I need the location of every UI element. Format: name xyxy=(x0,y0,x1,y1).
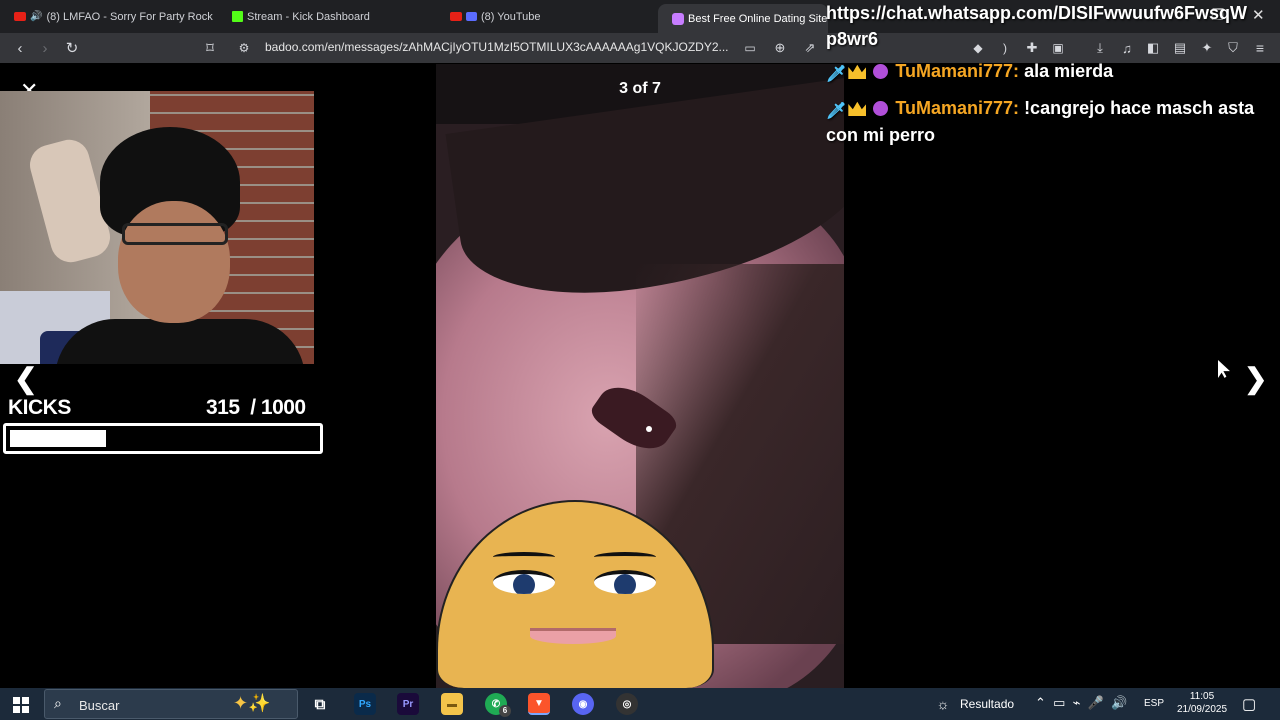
devil-badge-icon xyxy=(873,101,889,116)
back-icon[interactable]: ‹ xyxy=(10,38,30,58)
photoshop-icon[interactable]: Ps xyxy=(354,693,376,715)
obs-icon[interactable]: ◎ xyxy=(616,693,638,715)
whatsapp-icon[interactable]: ✆ 6 xyxy=(485,693,511,717)
search-placeholder: Buscar xyxy=(79,698,120,713)
tab-youtube[interactable]: (8) YouTube xyxy=(436,4,654,29)
crown-badge-icon xyxy=(848,101,867,116)
kicks-target: / 1000 xyxy=(250,396,306,419)
chevron-left-icon[interactable]: ❮ xyxy=(14,362,37,395)
sticker-mouth xyxy=(530,628,616,644)
clock[interactable]: 11:05 21/09/2025 xyxy=(1168,690,1236,716)
tab-label: Stream - Kick Dashboard xyxy=(247,10,370,23)
chat-username: TuMamani777: xyxy=(895,98,1020,118)
clock-date: 21/09/2025 xyxy=(1176,704,1228,715)
taskbar: ⌕ Buscar ✦✨ ⧉ Ps Pr ▬ ✆ 6 ▼ ◉ ◎ ☼ Result… xyxy=(0,688,1280,720)
file-explorer-icon[interactable]: ▬ xyxy=(441,693,463,715)
tray-icons[interactable]: ⌃ ▭ ⌁ 🎤 🔊 xyxy=(1035,695,1127,711)
address-bar[interactable]: badoo.com/en/messages/zAhMACjIyOTU1MzI5O… xyxy=(265,40,735,54)
webcam-face xyxy=(118,201,230,323)
chat-message: 🗡 TuMamani777: ala mierda xyxy=(826,58,1256,85)
sword-badge-icon: 🗡 xyxy=(826,103,847,120)
chat-message: 🗡 TuMamani777: !cangrejo hace masch asta… xyxy=(826,95,1256,149)
task-view-icon[interactable]: ⧉ xyxy=(309,693,331,715)
chat-text: !cangrejo hace masch asta con mi perro xyxy=(826,98,1255,145)
premiere-icon[interactable]: Pr xyxy=(397,693,419,715)
share-icon[interactable]: ⇗ xyxy=(800,38,820,58)
cast-icon[interactable]: ▭ xyxy=(740,38,760,58)
kicks-goal-count: 315 / 1000 xyxy=(206,396,306,420)
chevron-right-icon[interactable]: ❯ xyxy=(1244,362,1267,395)
tab-lmfao[interactable]: 🔊 (8) LMFAO - Sorry For Party Rock xyxy=(0,4,218,29)
cast-icon xyxy=(466,12,477,21)
windows-start-icon[interactable] xyxy=(13,697,29,713)
clock-time: 11:05 xyxy=(1189,691,1215,702)
brave-browser-icon[interactable]: ▼ xyxy=(528,693,550,715)
weather-label[interactable]: Resultado xyxy=(960,697,1014,711)
crown-badge-icon xyxy=(848,64,867,79)
language-indicator[interactable]: ESP xyxy=(1144,698,1164,709)
kick-icon xyxy=(232,11,243,22)
kicks-goal-label: KICKS xyxy=(8,396,71,419)
sword-badge-icon: 🗡 xyxy=(826,66,847,83)
youtube-icon xyxy=(14,12,26,21)
sticker-right-brow xyxy=(594,552,656,562)
tab-label: Best Free Online Dating Site xyxy=(688,12,828,25)
discord-icon[interactable]: ◉ xyxy=(572,693,594,715)
search-icon: ⌕ xyxy=(54,695,62,711)
webcam-glasses xyxy=(122,223,228,245)
badoo-icon xyxy=(672,12,684,25)
mouse-cursor-icon xyxy=(1218,360,1230,378)
forward-icon[interactable]: › xyxy=(35,38,55,58)
site-settings-icon[interactable]: ⚙ xyxy=(234,38,254,58)
chat-username: TuMamani777: xyxy=(895,61,1020,81)
kicks-current: 315 xyxy=(206,396,240,419)
sparkle-icon: ✦✨ xyxy=(233,693,271,713)
speaker-icon[interactable]: 🔊 xyxy=(30,11,42,22)
devil-badge-icon xyxy=(873,64,889,79)
youtube-icon xyxy=(450,12,462,21)
sticker-right-eye xyxy=(594,570,656,594)
reload-icon[interactable]: ↻ xyxy=(62,38,82,58)
webcam-body xyxy=(55,319,305,364)
tab-kick-dashboard[interactable]: Stream - Kick Dashboard xyxy=(218,4,436,29)
zoom-icon[interactable]: ⊕ xyxy=(770,38,790,58)
photo-eye-highlight xyxy=(646,426,652,432)
kicks-progress-bar xyxy=(3,423,323,454)
webcam-feed xyxy=(0,91,314,364)
weather-icon[interactable]: ☼ xyxy=(932,693,954,715)
chat-text: ala mierda xyxy=(1024,61,1114,81)
screen: 🔊 (8) LMFAO - Sorry For Party Rock Strea… xyxy=(0,0,1280,720)
sticker-left-eye xyxy=(493,570,555,594)
tab-badoo[interactable]: Best Free Online Dating Site xyxy=(658,4,828,33)
tab-label: (8) LMFAO - Sorry For Party Rock xyxy=(46,10,213,23)
chat-link-message: https://chat.whatsapp.com/DISIFwwuufw6Fw… xyxy=(826,3,1248,49)
notification-icon[interactable]: ▢ xyxy=(1242,695,1256,713)
photo-counter: 3 of 7 xyxy=(619,80,661,97)
sticker-left-brow xyxy=(493,552,555,562)
whatsapp-badge: 6 xyxy=(499,705,511,717)
tab-label: (8) YouTube xyxy=(481,10,541,23)
kicks-progress-fill xyxy=(10,430,106,447)
taskbar-search[interactable]: ⌕ Buscar ✦✨ xyxy=(44,689,298,719)
bookmark-icon[interactable]: ⌑ xyxy=(200,38,220,58)
